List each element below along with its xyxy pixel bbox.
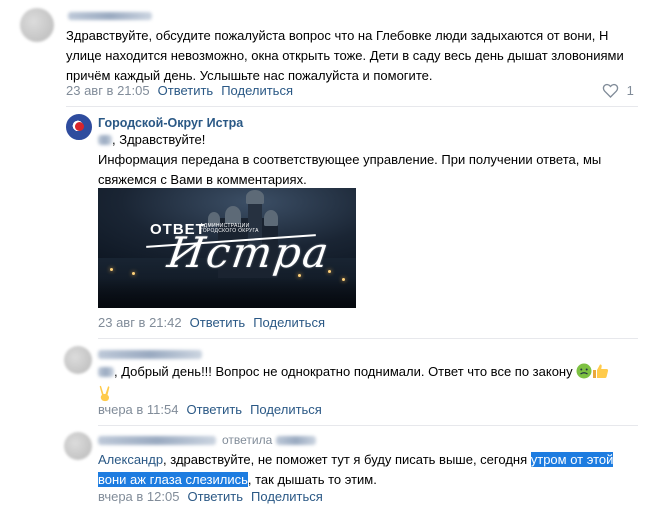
- comment-date[interactable]: 23 авг в 21:42: [98, 315, 182, 330]
- comment-date[interactable]: вчера в 11:54: [98, 402, 178, 417]
- avatar[interactable]: [64, 432, 92, 460]
- comment-text: Александр, здравствуйте, не поможет тут …: [98, 450, 638, 490]
- avatar[interactable]: [20, 8, 54, 42]
- comment-body: , здравствуйте, не поможет тут я буду пи…: [163, 452, 528, 467]
- comment-text: , Здравствуйте! Информация передана в со…: [98, 130, 628, 190]
- logo-icon: [75, 122, 84, 131]
- selected-text: утром от этой: [530, 452, 614, 467]
- mention-redacted[interactable]: [98, 367, 114, 377]
- thumbs-up-icon: [592, 363, 609, 385]
- author-name-redacted[interactable]: [98, 436, 216, 445]
- share-link[interactable]: Поделиться: [253, 315, 325, 330]
- comment-meta: вчера в 12:05 Ответить Поделиться: [98, 489, 323, 505]
- reply-label: ответила: [222, 433, 273, 447]
- banner-dome: [264, 210, 278, 226]
- reply-link[interactable]: Ответить: [190, 315, 246, 330]
- street-light: [132, 272, 135, 275]
- avatar[interactable]: [64, 346, 92, 374]
- mention-link[interactable]: Александр: [98, 452, 163, 467]
- street-light: [342, 278, 345, 281]
- heart-icon: [602, 83, 619, 98]
- comment-greeting: , Здравствуйте!: [112, 132, 206, 147]
- share-link[interactable]: Поделиться: [250, 402, 322, 417]
- like-button[interactable]: 1: [602, 83, 634, 98]
- nauseated-face-icon: [576, 363, 592, 385]
- avatar[interactable]: [66, 114, 92, 140]
- comment-date[interactable]: 23 авг в 21:05: [66, 83, 150, 98]
- author-name-redacted[interactable]: [68, 12, 152, 20]
- street-light: [110, 268, 113, 271]
- comment-date[interactable]: вчера в 12:05: [98, 489, 179, 504]
- comment-text: Здравствуйте, обсудите пожалуйста вопрос…: [66, 28, 624, 83]
- banner-dome: [246, 190, 264, 204]
- reply-link[interactable]: Ответить: [186, 402, 242, 417]
- like-count: 1: [626, 83, 634, 98]
- share-link[interactable]: Поделиться: [221, 83, 293, 98]
- comment-meta: 23 авг в 21:42 Ответить Поделиться: [98, 315, 325, 331]
- divider: [98, 338, 638, 339]
- comment-meta: вчера в 11:54 Ответить Поделиться: [98, 402, 322, 418]
- author-name[interactable]: Городской-Округ Истра: [98, 116, 243, 130]
- banner-dome: [225, 206, 241, 224]
- logo-script: Истра: [164, 228, 334, 277]
- divider: [66, 106, 638, 107]
- mention-redacted[interactable]: [98, 135, 112, 145]
- banner-ground: [98, 278, 356, 308]
- reply-target-redacted[interactable]: [276, 436, 316, 445]
- author-name-redacted[interactable]: [98, 350, 202, 359]
- reply-link[interactable]: Ответить: [158, 83, 214, 98]
- comment-meta: 23 авг в 21:05 Ответить Поделиться: [66, 83, 293, 99]
- comment-body: , Добрый день!!! Вопрос не однократно по…: [114, 364, 573, 379]
- divider: [98, 425, 638, 426]
- selected-text: вони аж глаза слезились: [98, 472, 248, 487]
- comment-body: Информация передана в соответствующее уп…: [98, 152, 602, 187]
- comment-body-end: , так дышать то этим.: [247, 472, 377, 487]
- answer-banner-image[interactable]: ОТВЕТ АДМИНИСТРАЦИИ ГОРОДСКОГО ОКРУГА Ис…: [98, 188, 356, 308]
- share-link[interactable]: Поделиться: [251, 489, 323, 504]
- street-light: [328, 270, 331, 273]
- reply-link[interactable]: Ответить: [187, 489, 243, 504]
